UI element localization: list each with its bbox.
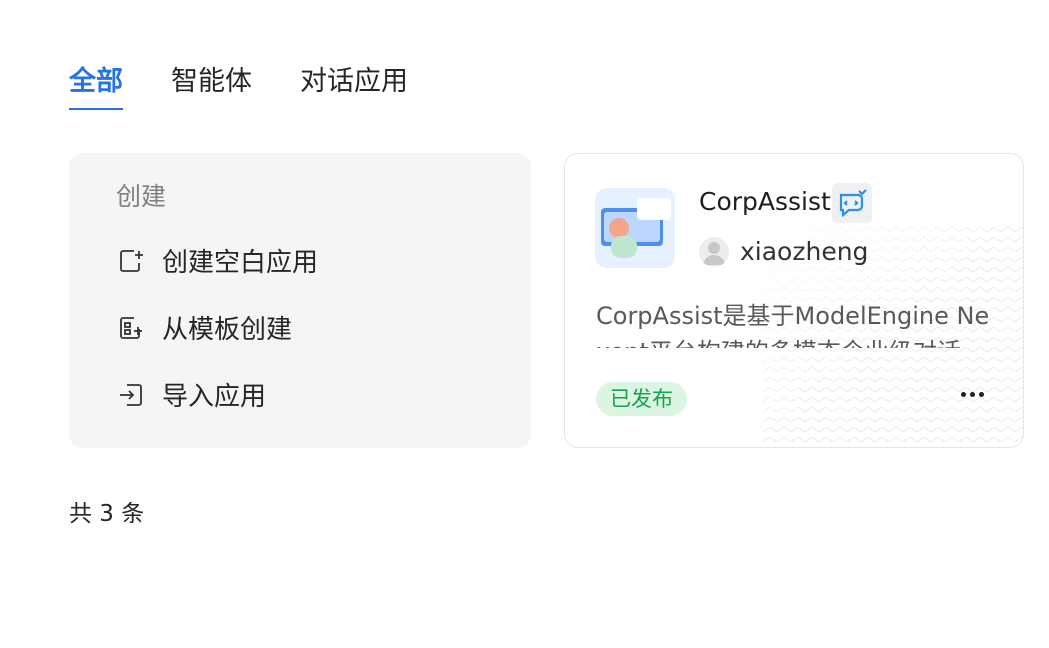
tab-chat-apps[interactable]: 对话应用 xyxy=(300,62,408,110)
category-tabs: 全部 智能体 对话应用 xyxy=(69,62,408,110)
create-from-template-label: 从模板创建 xyxy=(162,315,293,345)
total-count: 共 3 条 xyxy=(69,501,145,527)
import-app-button[interactable]: 导入应用 xyxy=(116,376,266,413)
tab-agents[interactable]: 智能体 xyxy=(171,62,252,110)
create-blank-app-label: 创建空白应用 xyxy=(162,248,319,278)
author-avatar xyxy=(699,237,729,267)
create-blank-app-button[interactable]: 创建空白应用 xyxy=(116,242,318,279)
more-options-button[interactable] xyxy=(947,376,997,412)
template-plus-icon xyxy=(116,313,146,343)
status-badge: 已发布 xyxy=(596,382,687,416)
create-from-template-button[interactable]: 从模板创建 xyxy=(116,309,292,346)
blank-file-plus-icon xyxy=(116,246,146,276)
chat-bot-icon xyxy=(832,183,872,223)
create-panel-title: 创建 xyxy=(116,182,167,211)
tab-all[interactable]: 全部 xyxy=(69,62,123,110)
app-logo xyxy=(595,188,675,268)
import-app-label: 导入应用 xyxy=(162,382,267,412)
create-panel: 创建 创建空白应用 从模板创建 导入应用 xyxy=(69,153,531,448)
app-card-corpassist[interactable]: CorpAssist xiaozheng CorpAssist是基于ModelE… xyxy=(564,153,1024,448)
more-dot-icon xyxy=(978,391,984,397)
author-name: xiaozheng xyxy=(740,237,869,266)
app-name: CorpAssist xyxy=(699,187,831,216)
more-dot-icon xyxy=(969,391,975,397)
more-dot-icon xyxy=(960,391,966,397)
import-icon xyxy=(116,380,146,410)
app-description: CorpAssist是基于ModelEngine Nexent平台构建的多模态企… xyxy=(596,302,990,348)
